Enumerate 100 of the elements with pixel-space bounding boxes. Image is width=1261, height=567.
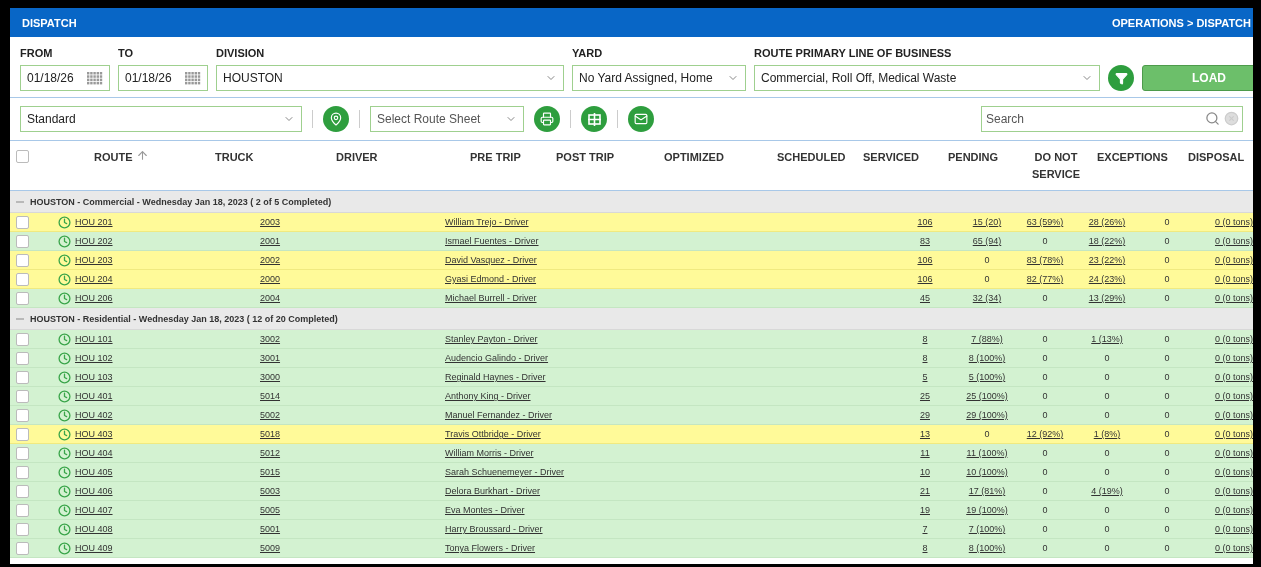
count-link[interactable]: 0 (0 tons) [1214,293,1253,303]
count-link[interactable]: 10 [920,467,930,477]
line-of-business-dropdown[interactable]: Commercial, Roll Off, Medical Waste [754,65,1100,91]
count-link[interactable]: 106 [917,274,933,284]
truck-link[interactable]: 5003 [260,486,281,496]
column-header[interactable]: EXCEPTIONS [1097,149,1168,166]
route-link[interactable]: HOU 403 [75,429,113,439]
row-checkbox[interactable] [16,389,29,403]
count-link[interactable]: 29 (100%) [966,410,1008,420]
driver-link[interactable]: Stanley Payton - Driver [445,334,538,344]
map-pin-button[interactable] [323,106,349,132]
route-link[interactable]: HOU 404 [75,448,113,458]
truck-link[interactable]: 5001 [260,524,281,534]
route-link[interactable]: HOU 206 [75,293,113,303]
route-row[interactable]: HOU 409 5009 Tonya Flowers - Driver 8 8 (100%) 0 0 0 0 (0 tons) [10,539,1253,558]
column-header[interactable]: TRUCK [215,149,254,166]
count-link[interactable]: 0 (0 tons) [1214,217,1253,227]
route-row[interactable]: HOU 204 2000 Gyasi Edmond - Driver 106 0 82 (77%) 24 (23%) 0 0 (0 tons) [10,270,1253,289]
truck-link[interactable]: 5009 [260,543,281,553]
count-link[interactable]: 0 (0 tons) [1214,372,1253,382]
row-checkbox[interactable] [16,370,29,384]
calendar-icon[interactable] [87,71,103,85]
count-link[interactable]: 0 (0 tons) [1214,429,1253,439]
driver-link[interactable]: David Vasquez - Driver [445,255,537,265]
route-link[interactable]: HOU 101 [75,334,113,344]
truck-link[interactable]: 2000 [260,274,281,284]
count-link[interactable]: 45 [920,293,930,303]
route-row[interactable]: HOU 103 3000 Reginald Haynes - Driver 5 5 (100%) 0 0 0 0 (0 tons) [10,368,1253,387]
route-row[interactable]: HOU 403 5018 Travis Ottbridge - Driver 13 0 12 (92%) 1 (8%) 0 0 (0 tons) [10,425,1253,444]
truck-link[interactable]: 5002 [260,410,281,420]
grid-button[interactable] [581,106,607,132]
count-link[interactable]: 24 (23%) [1088,274,1126,284]
count-link[interactable]: 106 [917,217,933,227]
select-all-checkbox[interactable] [16,150,29,163]
route-link[interactable]: HOU 102 [75,353,113,363]
count-link[interactable]: 13 [920,429,930,439]
count-link[interactable]: 5 (100%) [968,372,1006,382]
driver-link[interactable]: Tonya Flowers - Driver [445,543,536,553]
division-dropdown[interactable]: HOUSTON [216,65,564,91]
date-field[interactable]: 01/18/26 [118,65,208,91]
count-link[interactable]: 18 (22%) [1088,236,1126,246]
route-row[interactable]: HOU 202 2001 Ismael Fuentes - Driver 83 65 (94) 0 18 (22%) 0 0 (0 tons) [10,232,1253,251]
row-checkbox[interactable] [16,484,29,498]
row-checkbox[interactable] [16,234,29,248]
count-link[interactable]: 15 (20) [972,217,1002,227]
count-link[interactable]: 29 [920,410,930,420]
count-link[interactable]: 17 (81%) [968,486,1006,496]
truck-link[interactable]: 5015 [260,467,281,477]
count-link[interactable]: 0 (0 tons) [1214,236,1253,246]
count-link[interactable]: 25 (100%) [966,391,1008,401]
route-row[interactable]: HOU 402 5002 Manuel Fernandez - Driver 29 29 (100%) 0 0 0 0 (0 tons) [10,406,1253,425]
driver-link[interactable]: Sarah Schuenemeyer - Driver [445,467,565,477]
truck-link[interactable]: 5012 [260,448,281,458]
count-link[interactable]: 1 (13%) [1091,334,1123,344]
route-link[interactable]: HOU 204 [75,274,113,284]
column-header[interactable]: SERVICED [863,149,920,166]
route-sheet-dropdown[interactable]: Select Route Sheet [370,106,524,132]
column-header[interactable]: DISPOSAL [1188,149,1245,166]
count-link[interactable]: 0 (0 tons) [1214,505,1253,515]
route-row[interactable]: HOU 101 3002 Stanley Payton - Driver 8 7 (88%) 0 1 (13%) 0 0 (0 tons) [10,330,1253,349]
truck-link[interactable]: 3000 [260,372,281,382]
count-link[interactable]: 65 (94) [972,236,1002,246]
group-header[interactable]: HOUSTON - Residential - Wednesday Jan 18, 2023 ( 12 of 20 Completed) [10,308,1253,330]
count-link[interactable]: 10 (100%) [966,467,1008,477]
row-checkbox[interactable] [16,503,29,517]
route-row[interactable]: HOU 408 5001 Harry Broussard - Driver 7 7 (100%) 0 0 0 0 (0 tons) [10,520,1253,539]
route-link[interactable]: HOU 103 [75,372,113,382]
column-header[interactable]: SCHEDULED [777,149,846,166]
route-row[interactable]: HOU 407 5005 Eva Montes - Driver 19 19 (100%) 0 0 0 0 (0 tons) [10,501,1253,520]
truck-link[interactable]: 5018 [260,429,281,439]
count-link[interactable]: 7 [922,524,928,534]
driver-link[interactable]: Delora Burkhart - Driver [445,486,541,496]
route-row[interactable]: HOU 206 2004 Michael Burrell - Driver 45 32 (34) 0 13 (29%) 0 0 (0 tons) [10,289,1253,308]
count-link[interactable]: 0 (0 tons) [1214,467,1253,477]
driver-link[interactable]: Eva Montes - Driver [445,505,525,515]
row-checkbox[interactable] [16,541,29,555]
route-link[interactable]: HOU 203 [75,255,113,265]
row-checkbox[interactable] [16,332,29,346]
row-checkbox[interactable] [16,522,29,536]
route-row[interactable]: HOU 401 5014 Anthony King - Driver 25 25 (100%) 0 0 0 0 (0 tons) [10,387,1253,406]
count-link[interactable]: 0 (0 tons) [1214,274,1253,284]
column-header[interactable]: POST TRIP [556,149,615,166]
count-link[interactable]: 0 (0 tons) [1214,543,1253,553]
driver-link[interactable]: William Trejo - Driver [445,217,529,227]
truck-link[interactable]: 2002 [260,255,281,265]
column-header[interactable]: OPTIMIZED [664,149,724,166]
count-link[interactable]: 0 (0 tons) [1214,448,1253,458]
count-link[interactable]: 5 [922,372,928,382]
row-checkbox[interactable] [16,427,29,441]
truck-link[interactable]: 2004 [260,293,281,303]
truck-link[interactable]: 3001 [260,353,281,363]
count-link[interactable]: 8 [922,543,928,553]
count-link[interactable]: 83 (78%) [1026,255,1064,265]
column-header[interactable]: PENDING [948,149,999,166]
row-checkbox[interactable] [16,446,29,460]
count-link[interactable]: 63 (59%) [1026,217,1064,227]
route-link[interactable]: HOU 201 [75,217,113,227]
count-link[interactable]: 19 [920,505,930,515]
count-link[interactable]: 0 (0 tons) [1214,391,1253,401]
route-link[interactable]: HOU 406 [75,486,113,496]
